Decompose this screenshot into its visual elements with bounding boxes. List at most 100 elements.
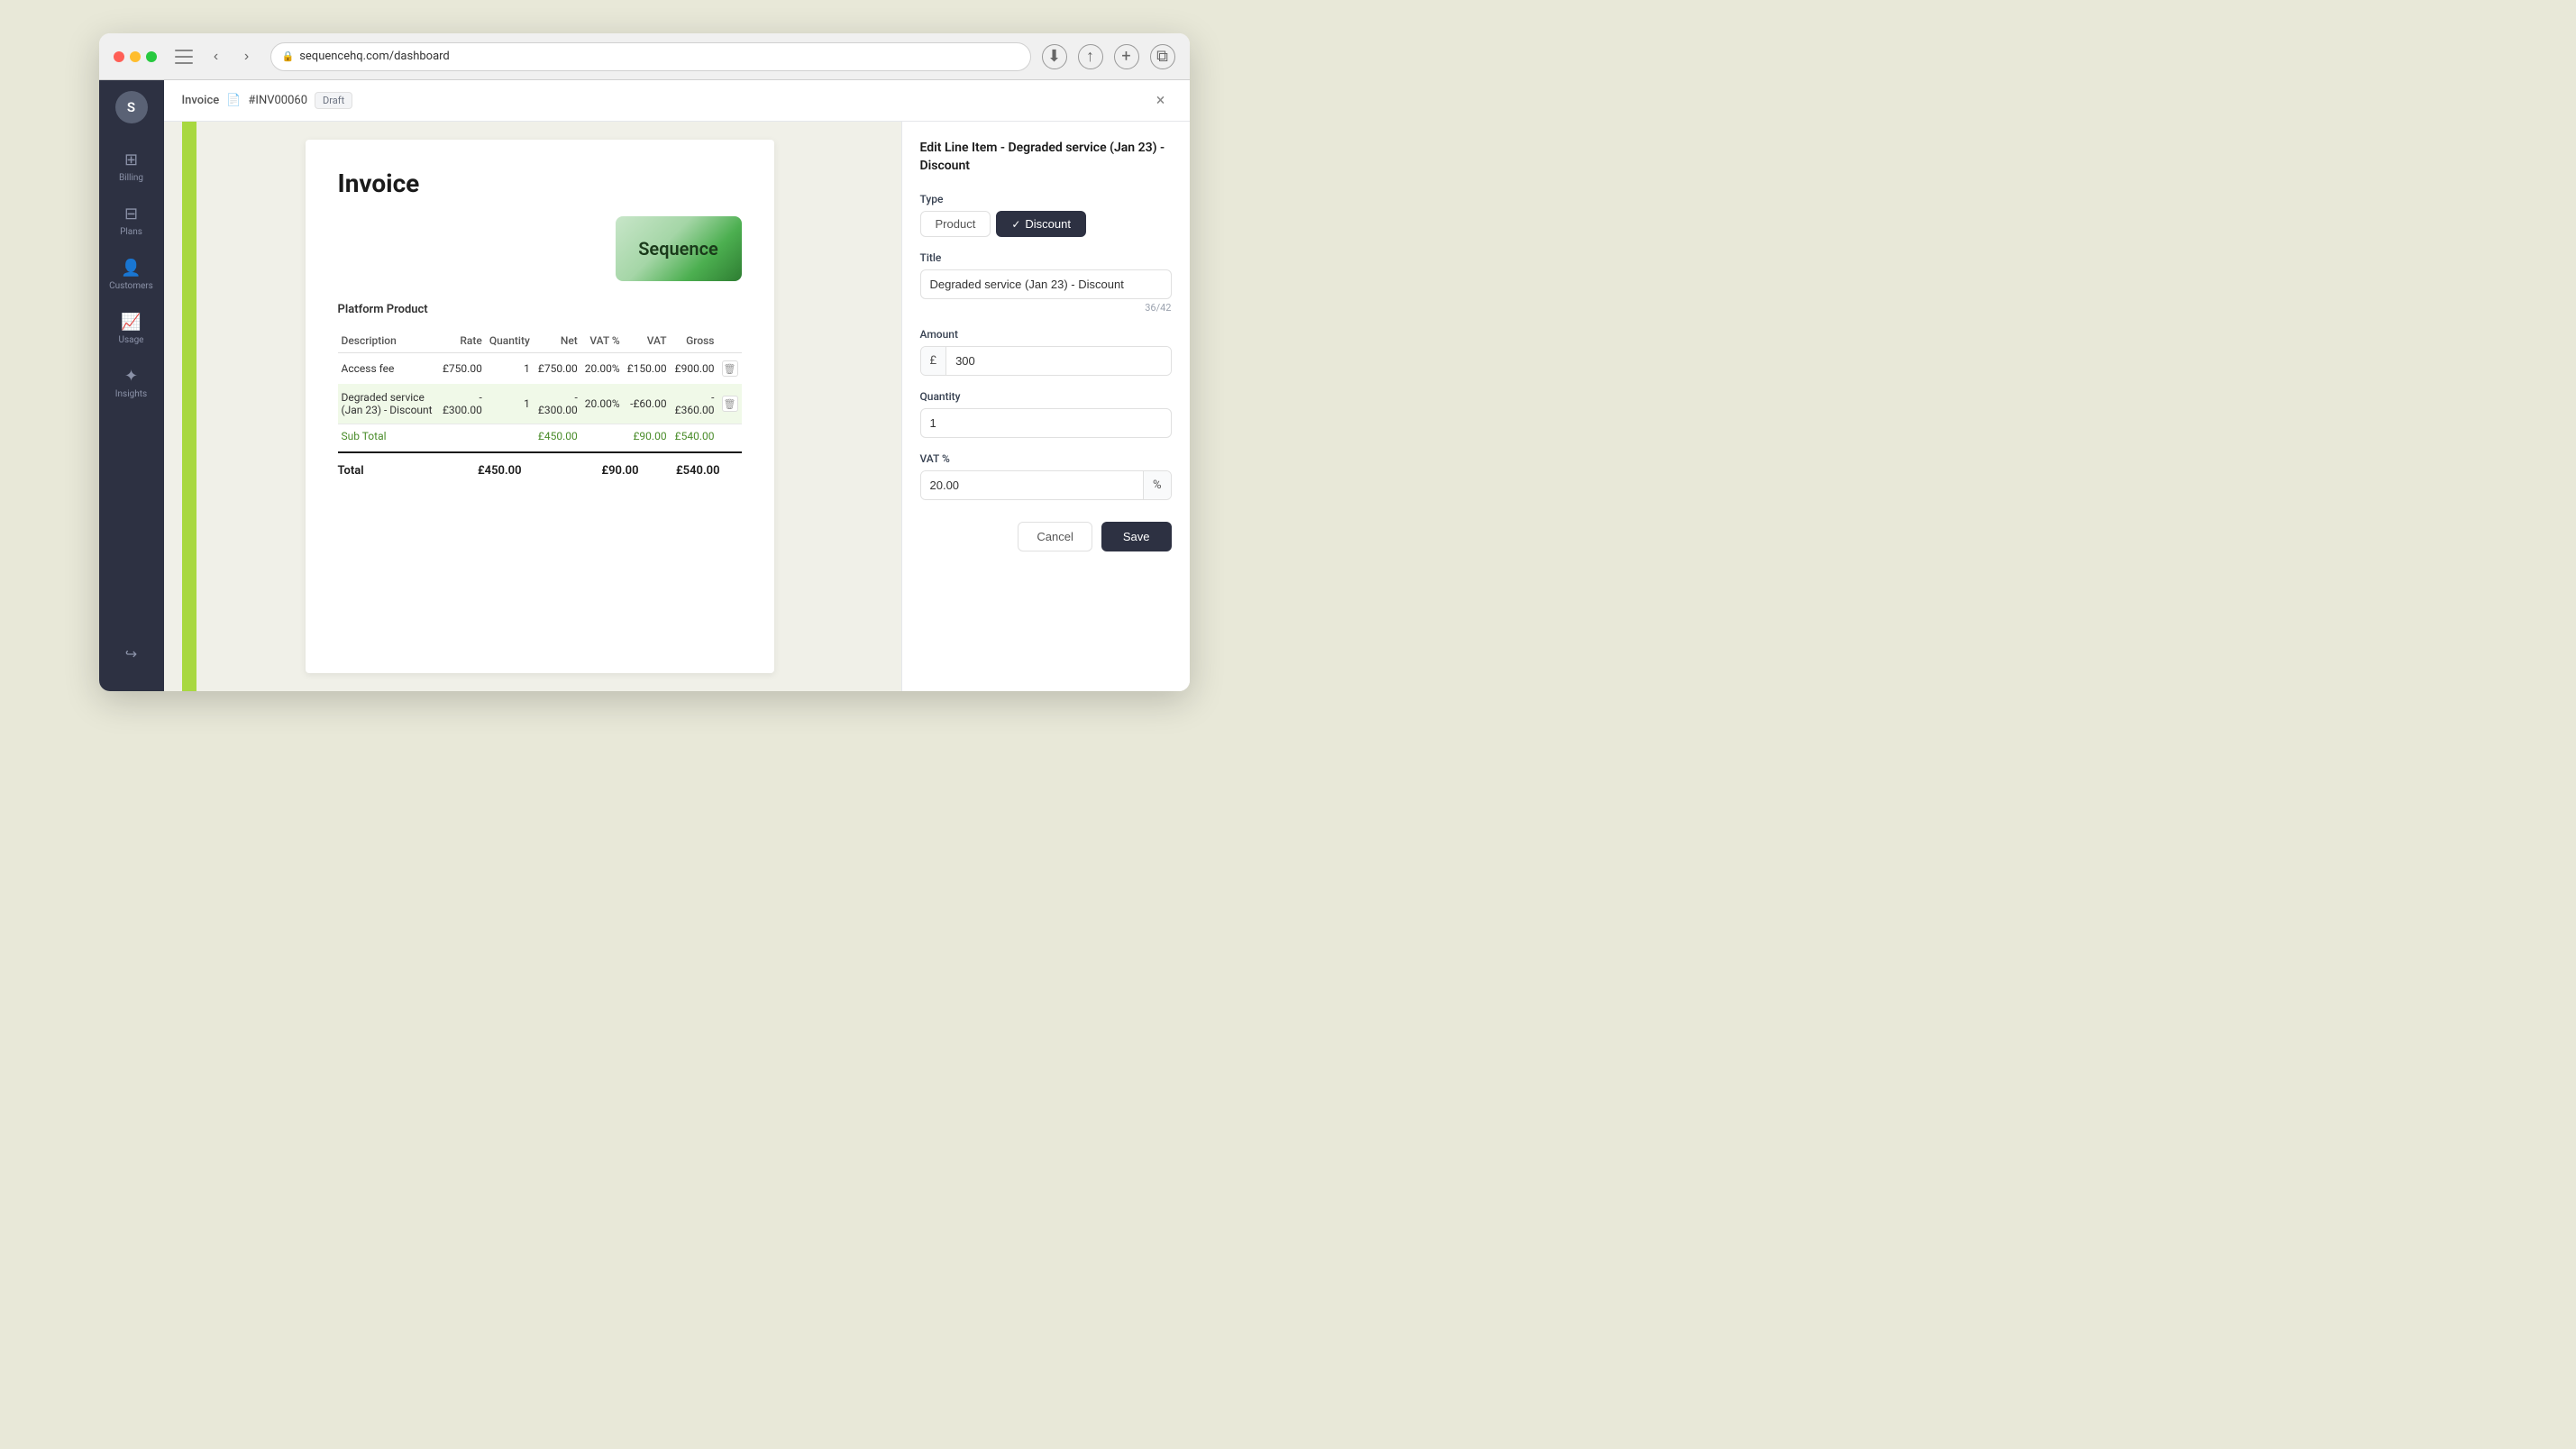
app-container: S ⊞ Billing ⊟ Plans 👤 Customers 📈 Usage <box>99 80 1190 691</box>
amount-input[interactable] <box>946 347 1170 375</box>
panel-title: Edit Line Item - Degraded service (Jan 2… <box>920 140 1172 175</box>
subtotal-label: Sub Total <box>338 424 438 449</box>
back-button[interactable]: ‹ <box>204 44 229 69</box>
title-label: Title <box>920 251 1172 264</box>
total-vat: £90.00 <box>576 464 639 478</box>
breadcrumb: Invoice 📄 #INV00060 Draft <box>182 92 353 109</box>
maximize-traffic-light[interactable] <box>146 51 157 62</box>
panel-actions: Cancel Save <box>920 522 1172 551</box>
col-quantity: Quantity <box>486 329 534 353</box>
type-product-button[interactable]: Product <box>920 211 991 237</box>
col-net: Net <box>534 329 581 353</box>
invoice-heading: Invoice <box>338 169 742 198</box>
share-icon[interactable]: ↑ <box>1078 44 1103 69</box>
sidebar-item-insights[interactable]: ✦ Insights <box>105 358 159 408</box>
forward-button[interactable]: › <box>234 44 260 69</box>
insights-icon: ✦ <box>124 367 138 386</box>
currency-prefix: £ <box>921 347 947 375</box>
green-accent-bar <box>182 122 196 691</box>
status-badge: Draft <box>315 92 352 109</box>
title-input[interactable] <box>920 269 1172 299</box>
type-label: Type <box>920 193 1172 205</box>
breadcrumb-invoice: Invoice <box>182 94 220 107</box>
billing-icon: ⊞ <box>124 150 138 169</box>
row2-net: -£300.00 <box>534 384 581 424</box>
browser-navigation: ‹ › <box>204 44 260 69</box>
plans-icon: ⊟ <box>124 205 138 223</box>
quantity-label: Quantity <box>920 390 1172 403</box>
vat-field-section: VAT % % <box>920 452 1172 500</box>
breadcrumb-separator: 📄 <box>226 94 241 107</box>
col-description: Description <box>338 329 438 353</box>
nav-items: ⊞ Billing ⊟ Plans 👤 Customers 📈 Usage ✦ <box>105 141 159 637</box>
row1-net: £750.00 <box>534 353 581 385</box>
url-bar[interactable]: 🔒 sequencehq.com/dashboard <box>270 42 1031 71</box>
url-text: sequencehq.com/dashboard <box>299 50 450 63</box>
invoice-card: Invoice Sequence Platform Product Descri… <box>306 140 774 673</box>
usage-icon: 📈 <box>121 313 141 332</box>
col-rate: Rate <box>438 329 486 353</box>
logout-button[interactable]: ↪ <box>115 637 148 670</box>
total-gross: £540.00 <box>657 464 720 478</box>
invoice-number: #INV00060 <box>248 94 307 107</box>
vat-input-wrapper: % <box>920 470 1172 500</box>
amount-field-section: Amount £ <box>920 328 1172 376</box>
invoice-logo-area: Sequence <box>338 216 742 281</box>
invoice-preview: Invoice Sequence Platform Product Descri… <box>164 122 901 691</box>
save-button[interactable]: Save <box>1101 522 1172 551</box>
sidebar-item-usage[interactable]: 📈 Usage <box>105 304 159 354</box>
close-button[interactable]: × <box>1150 90 1172 112</box>
subtotal-vat: £90.00 <box>624 424 671 449</box>
row2-vat: -£60.00 <box>624 384 671 424</box>
sidebar-item-billing[interactable]: ⊞ Billing <box>105 141 159 192</box>
section-label: Platform Product <box>338 303 742 320</box>
row2-rate: -£300.00 <box>438 384 486 424</box>
row2-gross: -£360.00 <box>671 384 718 424</box>
amount-label: Amount <box>920 328 1172 341</box>
logo-text: Sequence <box>638 238 718 260</box>
copy-icon[interactable]: ⧉ <box>1150 44 1175 69</box>
vat-label: VAT % <box>920 452 1172 465</box>
quantity-input[interactable] <box>920 408 1172 438</box>
check-icon: ✓ <box>1011 218 1020 231</box>
minimize-traffic-light[interactable] <box>130 51 141 62</box>
insights-label: Insights <box>115 389 147 399</box>
vat-input[interactable] <box>921 471 1143 499</box>
title-field-section: Title 36/42 <box>920 251 1172 314</box>
usage-label: Usage <box>118 335 143 345</box>
row1-delete-button[interactable]: 🗑 <box>722 360 738 377</box>
close-traffic-light[interactable] <box>114 51 124 62</box>
row1-rate: £750.00 <box>438 353 486 385</box>
subtotal-row: Sub Total £450.00 £90.00 £540.00 <box>338 424 742 449</box>
avatar: S <box>115 91 148 123</box>
total-net: £450.00 <box>450 464 522 478</box>
new-tab-icon[interactable]: + <box>1114 44 1139 69</box>
product-label: Product <box>936 217 976 231</box>
browser-chrome: ‹ › 🔒 sequencehq.com/dashboard ⬇ ↑ + ⧉ <box>99 33 1190 80</box>
char-count: 36/42 <box>920 302 1172 314</box>
subtotal-net: £450.00 <box>534 424 581 449</box>
billing-label: Billing <box>119 173 143 183</box>
sidebar: S ⊞ Billing ⊟ Plans 👤 Customers 📈 Usage <box>99 80 164 691</box>
discount-label: Discount <box>1025 217 1071 231</box>
customers-icon: 👤 <box>121 259 141 278</box>
amount-input-wrapper: £ <box>920 346 1172 376</box>
lock-icon: 🔒 <box>282 50 295 62</box>
traffic-lights <box>114 51 157 62</box>
sidebar-item-customers[interactable]: 👤 Customers <box>105 250 159 300</box>
main-content: Invoice 📄 #INV00060 Draft × Invoice <box>164 80 1190 691</box>
sidebar-item-plans[interactable]: ⊟ Plans <box>105 196 159 246</box>
subtotal-gross: £540.00 <box>671 424 718 449</box>
sidebar-toggle-icon[interactable] <box>175 50 193 64</box>
row2-quantity: 1 <box>486 384 534 424</box>
percent-suffix: % <box>1143 471 1171 499</box>
row1-gross: £900.00 <box>671 353 718 385</box>
plans-label: Plans <box>120 227 142 237</box>
table-row: Degraded service (Jan 23) - Discount -£3… <box>338 384 742 424</box>
row2-description: Degraded service (Jan 23) - Discount <box>338 384 438 424</box>
cancel-button[interactable]: Cancel <box>1018 522 1092 551</box>
row2-delete-button[interactable]: 🗑 <box>722 396 738 412</box>
download-icon[interactable]: ⬇ <box>1042 44 1067 69</box>
table-row: Access fee £750.00 1 £750.00 20.00% £150… <box>338 353 742 385</box>
type-discount-button[interactable]: ✓ Discount <box>996 211 1086 237</box>
